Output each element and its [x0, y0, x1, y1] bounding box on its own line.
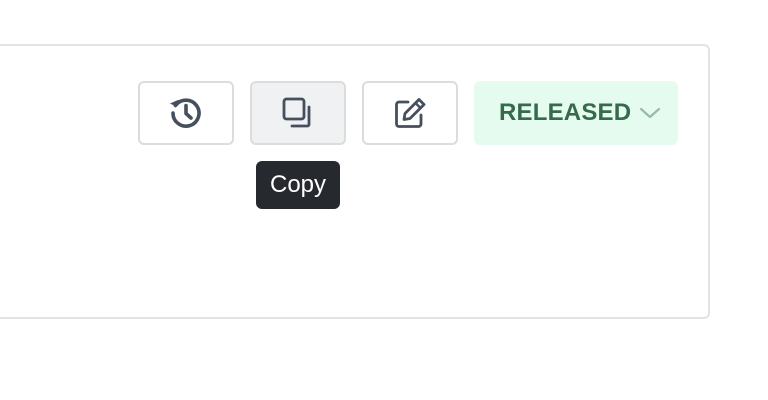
copy-icon — [281, 96, 315, 130]
chevron-down-icon — [639, 106, 661, 120]
status-label: RELEASED — [499, 99, 632, 126]
status-dropdown[interactable]: RELEASED — [474, 81, 678, 145]
copy-button[interactable] — [250, 81, 346, 145]
copy-tooltip: Copy — [256, 161, 340, 209]
history-icon — [166, 93, 206, 133]
edit-button[interactable] — [362, 81, 458, 145]
edit-icon — [393, 96, 427, 130]
history-button[interactable] — [138, 81, 234, 145]
tooltip-text: Copy — [269, 171, 327, 198]
